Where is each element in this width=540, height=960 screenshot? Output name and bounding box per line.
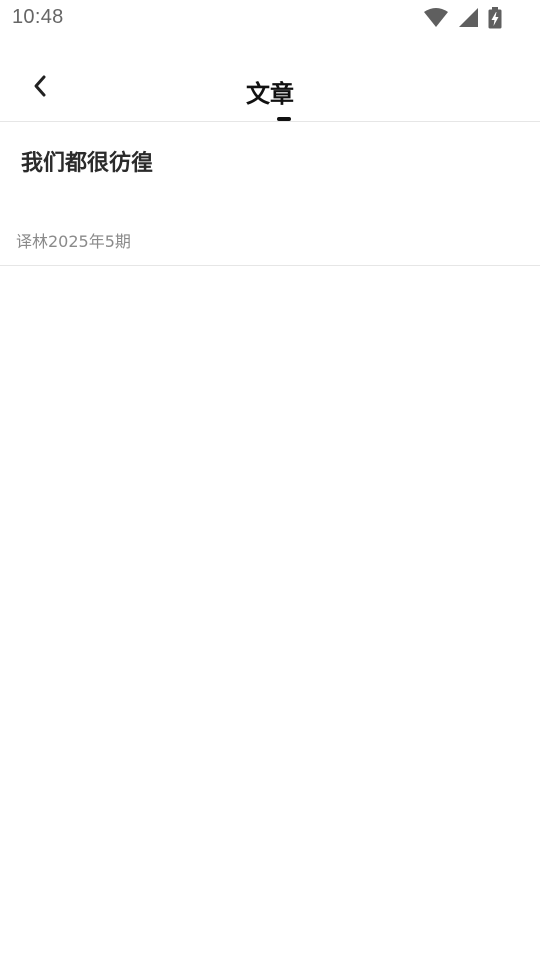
toolbar: 文章 — [0, 52, 540, 122]
battery-charging-icon — [488, 7, 502, 29]
status-icons — [424, 7, 502, 29]
page-title[interactable]: 文章 — [0, 74, 540, 109]
wifi-icon — [424, 8, 448, 28]
signal-icon — [458, 8, 478, 28]
list-item-article[interactable]: 我们都很彷徨 译林2025年5期 — [0, 122, 540, 265]
status-bar: 10:48 — [0, 0, 540, 36]
article-title: 我们都很彷徨 — [21, 151, 154, 176]
divider — [0, 265, 540, 266]
status-time: 10:48 — [12, 6, 64, 28]
article-source: 译林2025年5期 — [16, 232, 131, 251]
